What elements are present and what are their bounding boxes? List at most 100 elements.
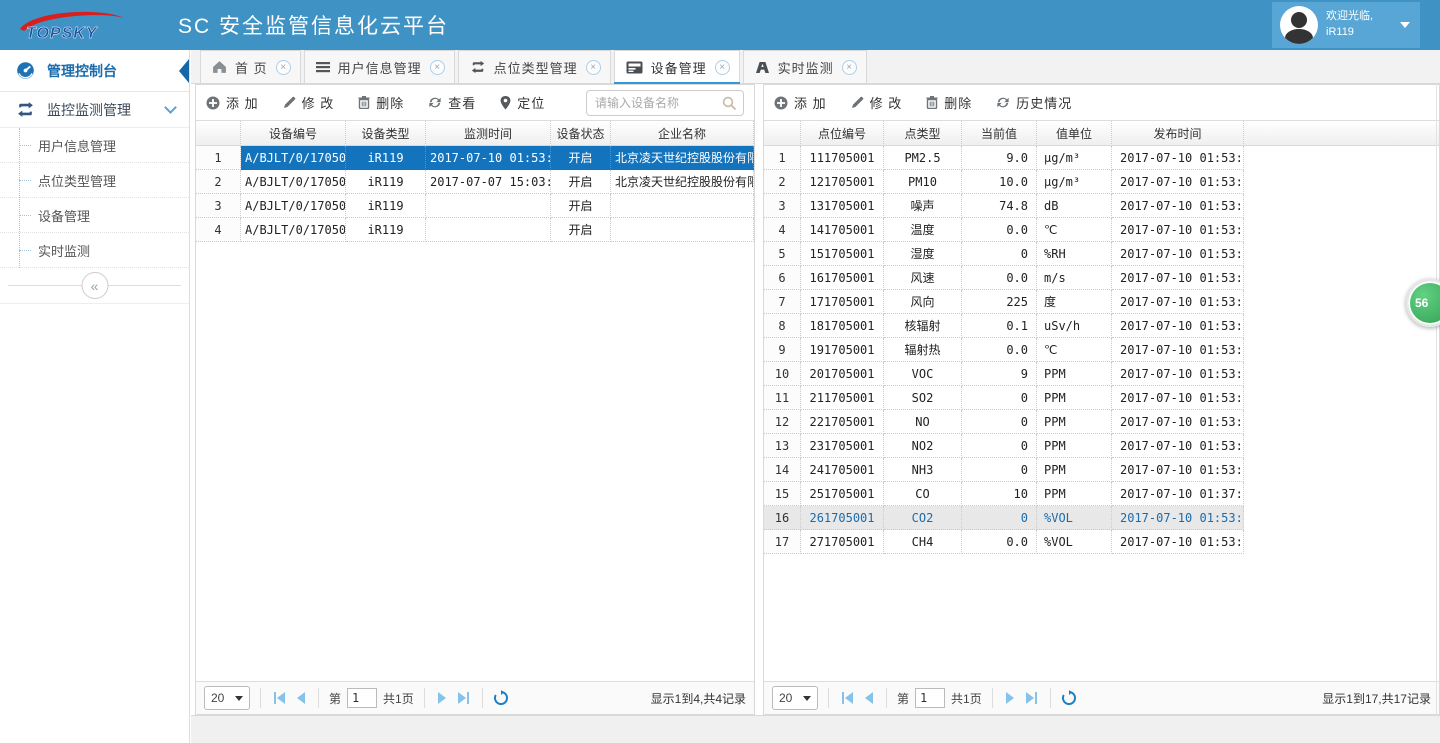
column-header[interactable]: 点类型 (884, 121, 962, 146)
table-row[interactable]: 12221705001NO0PPM2017-07-10 01:53:21 (764, 410, 1439, 434)
cell: 2017-07-10 01:53:22 (1112, 194, 1244, 218)
sidebar-item-point-type[interactable]: 点位类型管理 (0, 163, 189, 198)
page-number-input[interactable] (347, 688, 377, 708)
cell: 开启 (551, 146, 611, 170)
reload-icon[interactable] (493, 690, 509, 706)
tab-device-management[interactable]: 设备管理 × (614, 50, 740, 83)
locate-button[interactable]: 定位 (500, 93, 545, 112)
reload-icon[interactable] (1061, 690, 1077, 706)
cell: 171705001 (801, 290, 884, 314)
add-button[interactable]: 添 加 (206, 93, 259, 112)
column-header[interactable]: 发布时间 (1112, 121, 1244, 146)
plus-circle-icon (206, 96, 220, 110)
prev-page-button[interactable] (862, 692, 876, 704)
view-button[interactable]: 查看 (428, 93, 476, 112)
next-page-button[interactable] (435, 692, 449, 704)
column-header[interactable]: 设备编号 (241, 121, 346, 146)
table-row[interactable]: 1111705001PM2.59.0μg/m³2017-07-10 01:53:… (764, 146, 1439, 170)
cell: A/BJLT/0/1705001 (241, 146, 346, 170)
edit-button[interactable]: 修 改 (283, 93, 335, 112)
close-icon[interactable]: × (715, 60, 730, 75)
next-page-button[interactable] (1003, 692, 1017, 704)
column-header[interactable]: 企业名称 (611, 121, 754, 146)
delete-button[interactable]: 删除 (926, 93, 972, 112)
last-page-button[interactable] (1023, 692, 1040, 704)
collapse-button[interactable]: « (81, 272, 108, 299)
last-page-button[interactable] (455, 692, 472, 704)
cell (611, 218, 754, 242)
tab-user-info[interactable]: 用户信息管理 × (304, 50, 455, 83)
search-input[interactable] (586, 90, 744, 116)
sidebar-group-label: 监控监测管理 (47, 100, 131, 120)
table-row[interactable]: 5151705001湿度0%RH2017-07-10 01:53:22 (764, 242, 1439, 266)
table-row[interactable]: 7171705001风向225度2017-07-10 01:53:21 (764, 290, 1439, 314)
column-header[interactable]: 监测时间 (426, 121, 551, 146)
user-menu[interactable]: 欢迎光临, iR119 (1272, 2, 1420, 48)
tab-home[interactable]: 首 页 × (200, 50, 301, 83)
first-page-button[interactable] (271, 692, 288, 704)
cell: A/BJLT/0/1705004 (241, 218, 346, 242)
home-icon (212, 60, 227, 74)
cell: 2017-07-10 01:53:21 (1112, 530, 1244, 554)
table-row[interactable]: 4141705001温度0.0℃2017-07-10 01:53:22 (764, 218, 1439, 242)
cell: 2017-07-10 01:53:22 (1112, 146, 1244, 170)
prev-page-button[interactable] (294, 692, 308, 704)
table-row[interactable]: 15251705001CO10PPM2017-07-10 01:37:01 (764, 482, 1439, 506)
cell: 2017-07-10 01:53:21 (1112, 170, 1244, 194)
monitor-table-wrap: 点位编号 点类型 当前值 值单位 发布时间 1111705001PM2.59.0… (764, 120, 1439, 681)
cell: A/BJLT/0/1705003 (241, 194, 346, 218)
column-header[interactable]: 值单位 (1037, 121, 1112, 146)
column-header[interactable]: 点位编号 (801, 121, 884, 146)
device-panel: 添 加 修 改 删除 查看 定位 (195, 84, 755, 715)
table-row[interactable]: 3A/BJLT/0/1705003iR119开启 (196, 194, 754, 218)
page-size-select[interactable]: 20 (204, 686, 250, 710)
column-header[interactable]: 设备类型 (346, 121, 426, 146)
cell: iR119 (346, 146, 426, 170)
delete-button[interactable]: 删除 (358, 93, 404, 112)
sidebar-item-user-info[interactable]: 用户信息管理 (0, 128, 189, 163)
cell: PPM (1037, 386, 1112, 410)
tab-realtime-monitor[interactable]: 实时监测 × (743, 50, 867, 83)
close-icon[interactable]: × (586, 60, 601, 75)
close-icon[interactable]: × (276, 60, 291, 75)
table-row[interactable]: 4A/BJLT/0/1705004iR119开启 (196, 218, 754, 242)
sidebar-group-monitoring[interactable]: 监控监测管理 (0, 92, 189, 128)
page-size-select[interactable]: 20 (772, 686, 818, 710)
table-row[interactable]: 9191705001辐射热0.0℃2017-07-10 01:53:21 (764, 338, 1439, 362)
sidebar-item-console[interactable]: 管理控制台 (0, 50, 189, 92)
cell: 2017-07-10 01:53:21 (1112, 410, 1244, 434)
cell: 111705001 (801, 146, 884, 170)
edit-button[interactable]: 修 改 (851, 93, 903, 112)
close-icon[interactable]: × (430, 60, 445, 75)
table-row[interactable]: 6161705001风速0.0m/s2017-07-10 01:53:21 (764, 266, 1439, 290)
column-header[interactable]: 当前值 (962, 121, 1037, 146)
tab-point-type[interactable]: 点位类型管理 × (458, 50, 611, 83)
table-row[interactable]: 11211705001SO20PPM2017-07-10 01:53:22 (764, 386, 1439, 410)
column-header[interactable]: 设备状态 (551, 121, 611, 146)
table-row[interactable]: 13231705001NO20PPM2017-07-10 01:53:22 (764, 434, 1439, 458)
list-icon (316, 61, 330, 73)
first-page-button[interactable] (839, 692, 856, 704)
add-button[interactable]: 添 加 (774, 93, 827, 112)
cell: 温度 (884, 218, 962, 242)
sidebar-item-realtime[interactable]: 实时监测 (0, 233, 189, 268)
search-icon[interactable] (722, 96, 737, 111)
spacer-header (1244, 121, 1439, 146)
table-row[interactable]: 3131705001噪声74.8dB2017-07-10 01:53:22 (764, 194, 1439, 218)
table-row[interactable]: 1A/BJLT/0/1705001iR1192017-07-10 01:53:2… (196, 146, 754, 170)
cell: 2017-07-10 01:53:22 (426, 146, 551, 170)
cell: CO2 (884, 506, 962, 530)
cell: μg/m³ (1037, 170, 1112, 194)
close-icon[interactable]: × (842, 60, 857, 75)
table-row[interactable]: 14241705001NH30PPM2017-07-10 01:53:21 (764, 458, 1439, 482)
table-row[interactable]: 2A/BJLT/0/1705002iR1192017-07-07 15:03:0… (196, 170, 754, 194)
history-button[interactable]: 历史情况 (996, 93, 1072, 112)
table-row[interactable]: 17271705001CH40.0%VOL2017-07-10 01:53:21 (764, 530, 1439, 554)
table-row[interactable]: 8181705001核辐射0.1uSv/h2017-07-10 01:53:21 (764, 314, 1439, 338)
table-row[interactable]: 16261705001CO20%VOL2017-07-10 01:53:22 (764, 506, 1439, 530)
table-row[interactable]: 2121705001PM1010.0μg/m³2017-07-10 01:53:… (764, 170, 1439, 194)
cell: 度 (1037, 290, 1112, 314)
page-number-input[interactable] (915, 688, 945, 708)
table-row[interactable]: 10201705001VOC9PPM2017-07-10 01:53:22 (764, 362, 1439, 386)
sidebar-item-device[interactable]: 设备管理 (0, 198, 189, 233)
